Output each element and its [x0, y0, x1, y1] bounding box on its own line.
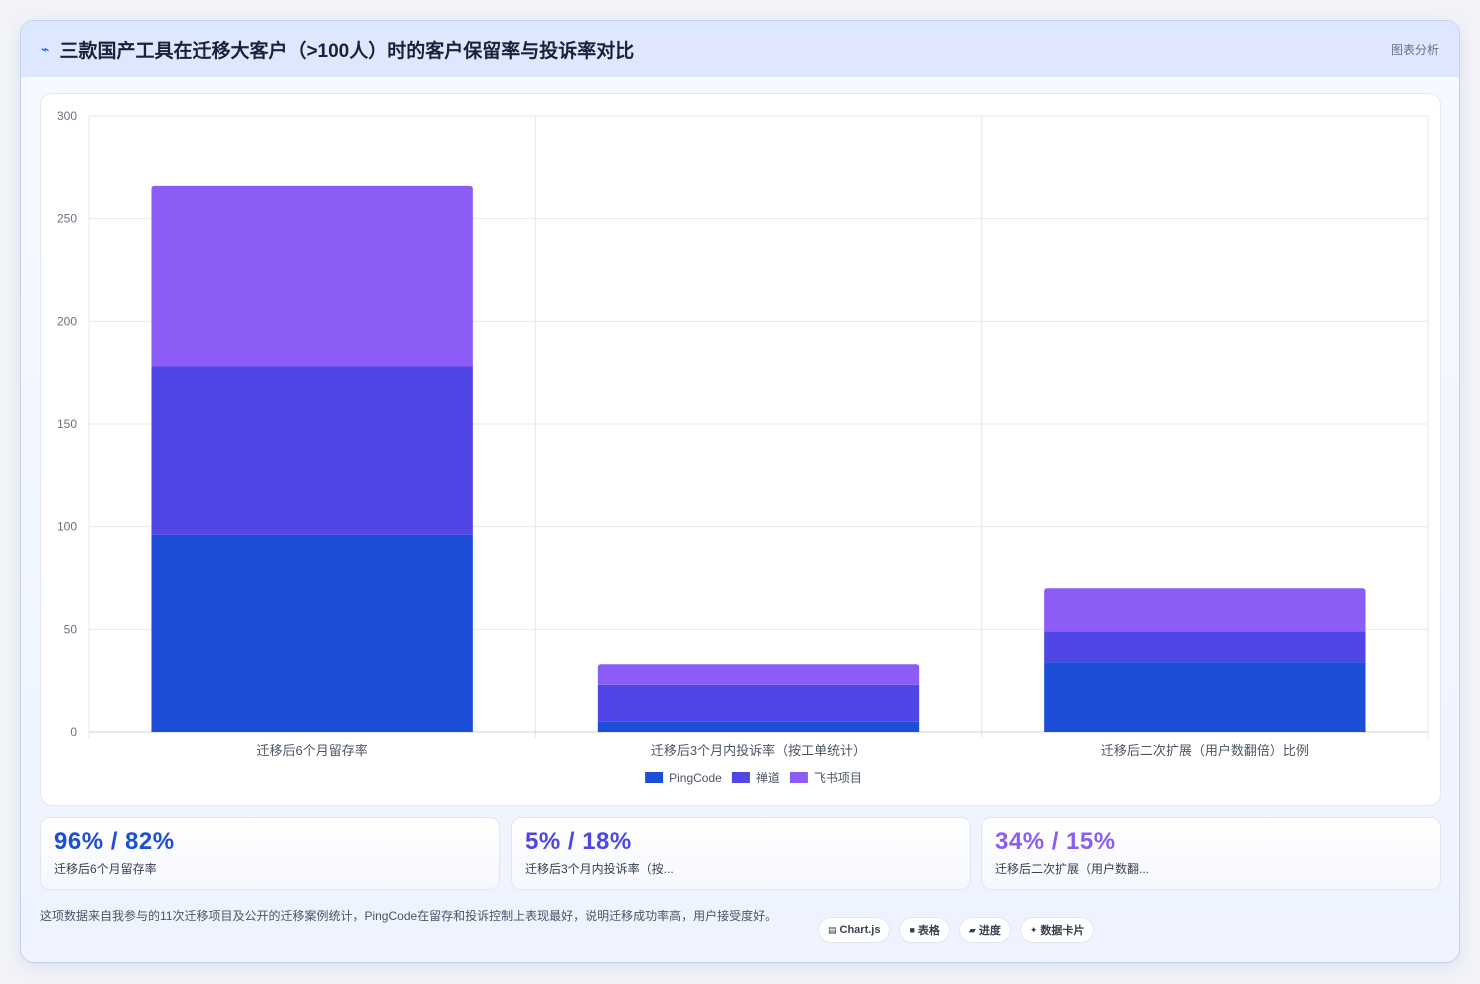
- bar-segment-禅道: [1044, 631, 1366, 663]
- legend-label: 飞书项目: [814, 771, 862, 785]
- progress-icon: ▰: [968, 924, 976, 935]
- legend-swatch: [789, 772, 808, 783]
- bar-segment-飞书项目: [1044, 588, 1366, 632]
- chip-table[interactable]: ■ 表格: [899, 917, 950, 943]
- stat-value: 34% / 15%: [995, 828, 1116, 855]
- y-tick-label: 100: [57, 520, 77, 534]
- y-tick-label: 300: [57, 109, 77, 123]
- bar-segment-PingCode: [597, 721, 920, 732]
- stacked-bar-chart: 0 50 100 150 200 250 300 迁移后6个月留存率 迁移后3个月内投诉率（按工…: [57, 109, 1429, 785]
- card-header: ⌁ 三款国产工具在迁移大客户（>100人）时的客户保留率与投诉率对比 图表分析: [21, 21, 1459, 77]
- stat-label: 迁移后3个月内投诉率（按...: [525, 862, 674, 876]
- stat-card-expansion: 34% / 15% 迁移后二次扩展（用户数翻...: [981, 817, 1441, 890]
- stat-label: 迁移后二次扩展（用户数翻...: [995, 862, 1150, 876]
- y-tick-label: 200: [57, 314, 77, 328]
- chart-icon: ▤: [828, 924, 837, 935]
- chip-label: 进度: [978, 925, 1001, 937]
- chip-progress[interactable]: ▰ 进度: [958, 917, 1011, 943]
- stat-card-retention: 96% / 82% 迁移后6个月留存率: [40, 817, 500, 890]
- legend-label: PingCode: [669, 771, 722, 785]
- y-tick-label: 150: [57, 417, 77, 431]
- bar-segment-PingCode: [151, 534, 473, 732]
- footer-note: 这项数据来自我参与的11次迁移项目及公开的迁移案例统计，PingCode在留存和…: [40, 909, 778, 923]
- bar-segment-PingCode: [1044, 662, 1366, 732]
- legend-swatch: [731, 772, 750, 783]
- x-tick-label: 迁移后6个月留存率: [257, 743, 368, 758]
- bar-segment-禅道: [597, 684, 920, 722]
- sparkle-icon: ✦: [1029, 924, 1038, 935]
- chart-title: 三款国产工具在迁移大客户（>100人）时的客户保留率与投诉率对比: [59, 40, 635, 62]
- chip-group: ▤ Chart.js ■ 表格 ▰ 进度 ✦ 数据卡片: [818, 917, 1095, 943]
- chip-label: Chart.js: [839, 924, 881, 936]
- y-tick-label: 250: [57, 212, 77, 226]
- chart-analysis-label: 图表分析: [1390, 42, 1439, 57]
- chip-label: 表格: [917, 925, 940, 937]
- chip-data-card[interactable]: ✦ 数据卡片: [1019, 917, 1095, 943]
- legend-label: 禅道: [756, 771, 780, 785]
- bar-segment-飞书项目: [597, 664, 920, 685]
- x-tick-label: 迁移后二次扩展（用户数翻倍）比例: [1101, 743, 1309, 758]
- legend-swatch: [645, 772, 664, 783]
- stat-label: 迁移后6个月留存率: [54, 862, 157, 876]
- bar-segment-飞书项目: [151, 185, 473, 367]
- stat-card-complaints: 5% / 18% 迁移后3个月内投诉率（按...: [511, 817, 971, 890]
- chart-panel: 0 50 100 150 200 250 300 迁移后6个月留存率 迁移后3个月内投诉率（按工…: [40, 93, 1441, 806]
- stat-value: 5% / 18%: [525, 828, 632, 855]
- stat-value: 96% / 82%: [54, 828, 175, 855]
- chart-line-icon: ⌁: [41, 40, 50, 57]
- y-tick-label: 50: [64, 622, 78, 636]
- table-icon: ■: [909, 925, 915, 935]
- chart-card: ⌁ 三款国产工具在迁移大客户（>100人）时的客户保留率与投诉率对比 图表分析 …: [20, 20, 1460, 963]
- y-tick-label: 0: [70, 725, 77, 739]
- chip-chartjs[interactable]: ▤ Chart.js: [818, 917, 891, 943]
- chip-label: 数据卡片: [1040, 925, 1085, 937]
- bar-segment-禅道: [151, 366, 473, 535]
- x-tick-label: 迁移后3个月内投诉率（按工单统计）: [651, 743, 866, 758]
